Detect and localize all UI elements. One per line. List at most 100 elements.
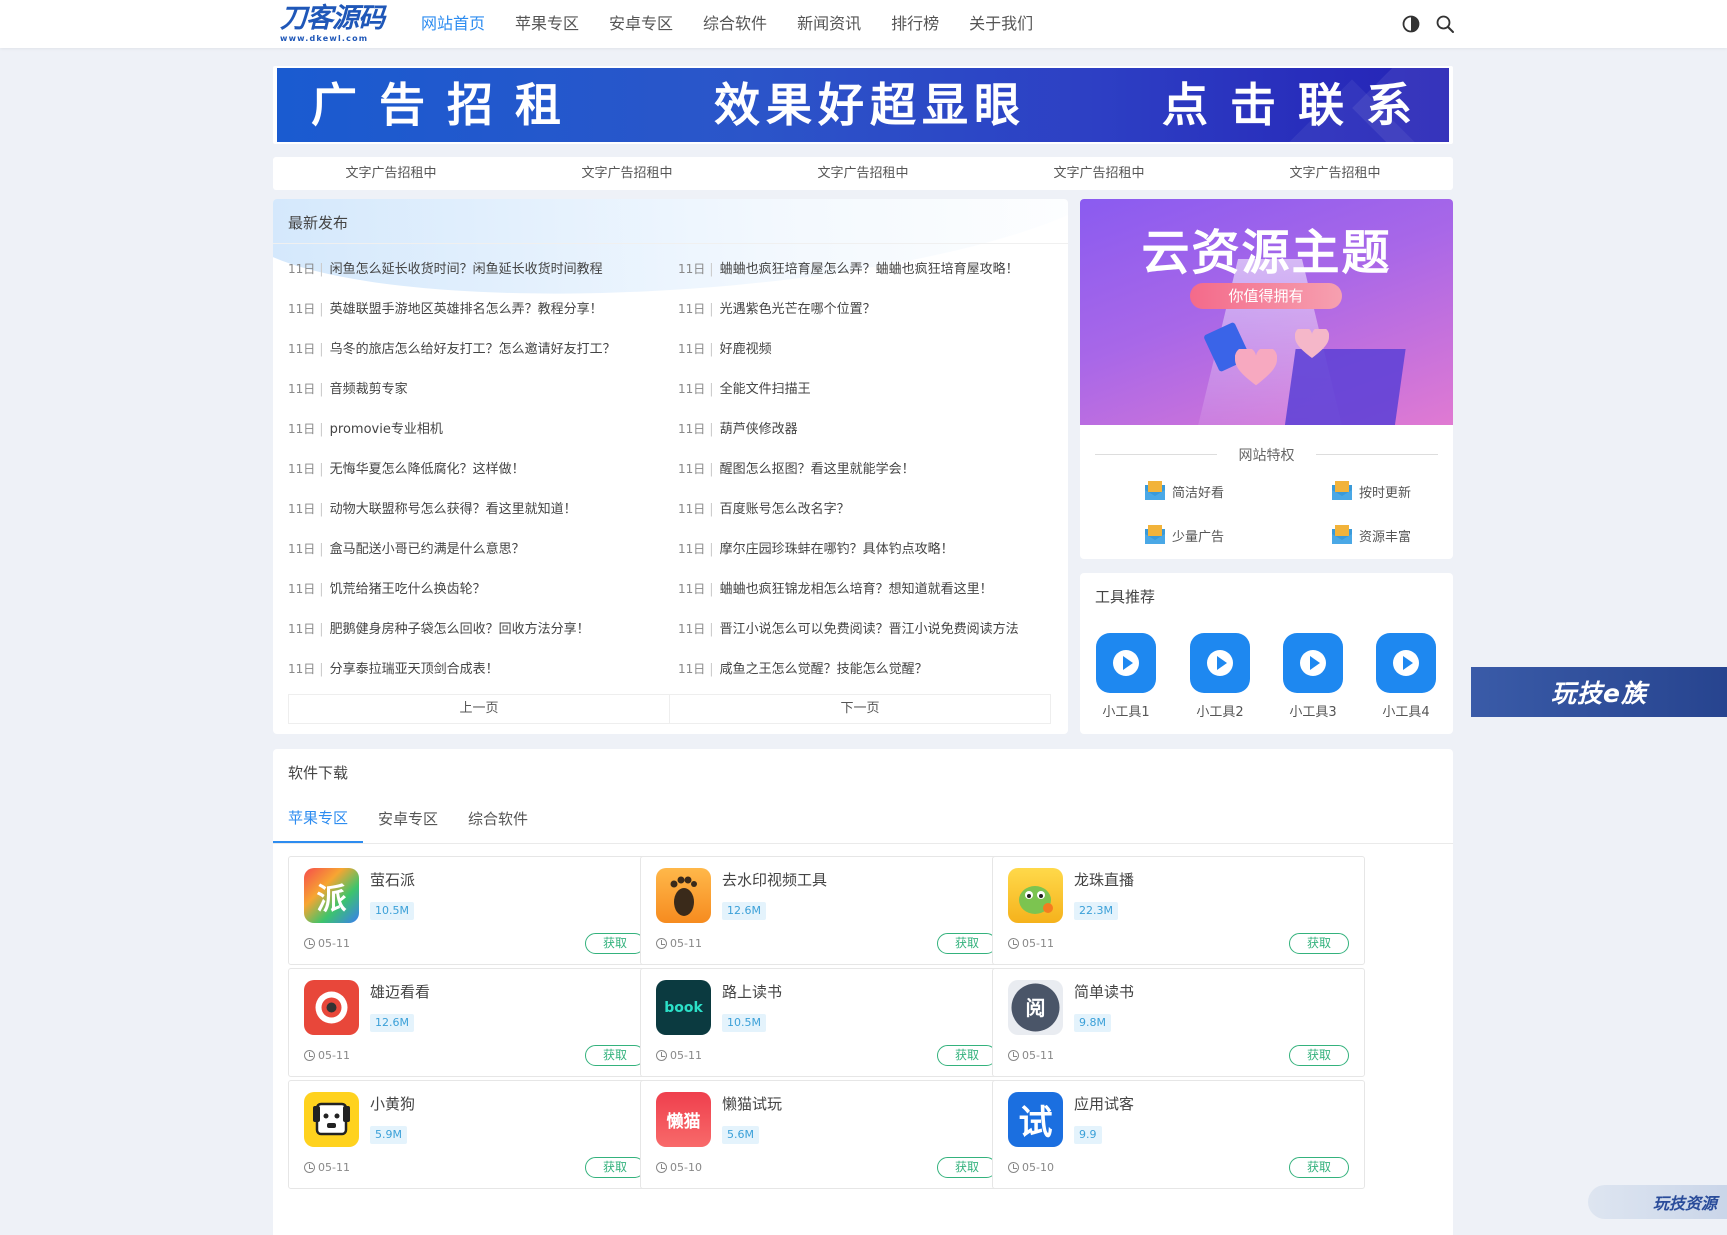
news-item[interactable]: 11日 | 光遇紫色光芒在哪个位置？ [678,289,1048,329]
tool-4[interactable]: 小工具4 [1376,633,1436,720]
news-item[interactable]: 11日 | 百度账号怎么改名字？ [678,489,1048,529]
text-ad-4[interactable]: 文字广告招租中 [981,157,1217,190]
tool-1[interactable]: 小工具1 [1096,633,1156,720]
text-ad-5[interactable]: 文字广告招租中 [1217,157,1453,190]
news-item[interactable]: 11日 | 闲鱼怎么延长收货时间？闲鱼延长收货时间教程 [288,249,658,289]
news-item[interactable]: 11日 | 好鹿视频 [678,329,1048,369]
side-float-ad[interactable]: 玩技e族 [1471,667,1727,717]
news-title: 晋江小说怎么可以免费阅读？晋江小说免费阅读方法 [719,622,1019,637]
text-ad-1[interactable]: 文字广告招租中 [273,157,509,190]
yellow-dog-icon[interactable] [304,1092,359,1147]
get-button[interactable]: 获取 [585,1157,645,1178]
app-card[interactable]: 雄迈看看 12.6M 05-11 获取 [288,968,661,1077]
app-card[interactable]: book 路上读书 10.5M 05-11 获取 [640,968,1013,1077]
svg-text:阅: 阅 [1026,996,1046,1020]
news-date: 11日 [678,462,706,476]
app-name[interactable]: 小黄狗 [370,1093,415,1114]
news-item[interactable]: 11日 | promovie专业相机 [288,409,658,449]
get-button[interactable]: 获取 [1289,1045,1349,1066]
get-button[interactable]: 获取 [937,1157,997,1178]
side-float-text: 玩技e族 [1551,679,1647,708]
footprint-icon[interactable] [656,868,711,923]
app-card[interactable]: 龙珠直播 22.3M 05-11 获取 [992,856,1365,965]
tool-3[interactable]: 小工具3 [1283,633,1343,720]
nav-android[interactable]: 安卓专区 [594,0,688,48]
play-icon [1096,633,1156,693]
app-name[interactable]: 懒猫试玩 [722,1093,782,1114]
news-item[interactable]: 11日 | 蛐蛐也疯狂培育屋怎么弄？蛐蛐也疯狂培育屋攻略！ [678,249,1048,289]
get-button[interactable]: 获取 [937,1045,997,1066]
news-item[interactable]: 11日 | 蛐蛐也疯狂锦龙相怎么培育？想知道就看这里！ [678,569,1048,609]
app-card[interactable]: 试应用试客 9.9 05-10 获取 [992,1080,1365,1189]
trial-icon[interactable]: 试 [1008,1092,1063,1147]
nav-home[interactable]: 网站首页 [406,0,500,48]
promo-image[interactable]: 云资源主题 你值得拥有 [1080,199,1453,425]
news-item[interactable]: 11日 | 音频裁剪专家 [288,369,658,409]
downloads-panel: 软件下载 苹果专区 安卓专区 综合软件 派萤石派 10.5M 05-11 获取 去水印视… [273,749,1453,1235]
nav-ranking[interactable]: 排行榜 [876,0,954,48]
news-title: promovie专业相机 [329,422,443,437]
clock-icon [1008,1162,1019,1173]
nav-software[interactable]: 综合软件 [688,0,782,48]
app-name[interactable]: 路上读书 [722,981,782,1002]
book-headphone-icon[interactable]: book [656,980,711,1035]
text-ad-2[interactable]: 文字广告招租中 [509,157,745,190]
app-name[interactable]: 应用试客 [1074,1093,1134,1114]
nav-news[interactable]: 新闻资讯 [782,0,876,48]
news-item[interactable]: 11日 | 全能文件扫描王 [678,369,1048,409]
news-item[interactable]: 11日 | 醒图怎么抠图？看这里就能学会！ [678,449,1048,489]
news-item[interactable]: 11日 | 乌冬的旅店怎么给好友打工？怎么邀请好友打工？ [288,329,658,369]
corner-logo[interactable]: 玩技资源 [1588,1185,1727,1219]
app-name[interactable]: 龙珠直播 [1074,869,1134,890]
tool-label: 小工具3 [1289,705,1337,720]
app-name[interactable]: 雄迈看看 [370,981,430,1002]
tab-software[interactable]: 综合软件 [453,794,543,843]
tab-apple[interactable]: 苹果专区 [273,794,364,843]
app-card[interactable]: 去水印视频工具 12.6M 05-11 获取 [640,856,1013,965]
news-item[interactable]: 11日 | 无悔华夏怎么降低腐化？这样做！ [288,449,658,489]
site-logo[interactable]: 刀客源码 www.dkewl.com [280,4,385,44]
news-date: 11日 [288,422,316,436]
theme-toggle-icon[interactable] [1400,13,1422,35]
news-item[interactable]: 11日 | 摩尔庄园珍珠蚌在哪钓？具体钓点攻略！ [678,529,1048,569]
news-item[interactable]: 11日 | 英雄联盟手游地区英雄排名怎么弄？教程分享！ [288,289,658,329]
next-page-button[interactable]: 下一页 [669,695,1050,723]
news-item[interactable]: 11日 | 葫芦侠修改器 [678,409,1048,449]
pai-icon[interactable]: 派 [304,868,359,923]
get-button[interactable]: 获取 [585,933,645,954]
tool-2[interactable]: 小工具2 [1190,633,1250,720]
nav-apple[interactable]: 苹果专区 [500,0,594,48]
read-icon[interactable]: 阅 [1008,980,1063,1035]
app-name[interactable]: 简单读书 [1074,981,1134,1002]
app-card[interactable]: 小黄狗 5.9M 05-11 获取 [288,1080,661,1189]
news-item[interactable]: 11日 | 饥荒给猪王吃什么换齿轮？ [288,569,658,609]
app-card[interactable]: 懒猫 懒猫试玩 5.6M 05-10 获取 [640,1080,1013,1189]
news-item[interactable]: 11日 | 晋江小说怎么可以免费阅读？晋江小说免费阅读方法 [678,609,1048,649]
tab-android[interactable]: 安卓专区 [363,794,453,843]
get-button[interactable]: 获取 [1289,1157,1349,1178]
camera-eye-icon[interactable] [304,980,359,1035]
prev-page-button[interactable]: 上一页 [289,695,669,723]
news-item[interactable]: 11日 | 动物大联盟称号怎么获得？看这里就知道！ [288,489,658,529]
lazy-cat-icon[interactable]: 懒猫 [656,1092,711,1147]
get-button[interactable]: 获取 [585,1045,645,1066]
nav-about[interactable]: 关于我们 [954,0,1048,48]
app-name[interactable]: 去水印视频工具 [722,869,827,890]
news-item[interactable]: 11日 | 盒马配送小哥已约满是什么意思？ [288,529,658,569]
ad-banner[interactable]: 广告招租 效果好超显眼 点击联系 [273,66,1453,144]
latest-panel: 最新发布 11日 | 闲鱼怎么延长收货时间？闲鱼延长收货时间教程 11日 | 英雄联盟手游… [273,199,1068,734]
get-button[interactable]: 获取 [1289,933,1349,954]
clock-icon [656,938,667,949]
search-icon[interactable] [1434,13,1456,35]
app-date: 05-11 [304,1161,350,1174]
app-card[interactable]: 派 萤石派 10.5M 05-11 获取 [288,856,661,965]
news-item[interactable]: 11日 | 咸鱼之王怎么觉醒？技能怎么觉醒？ [678,649,1048,689]
app-name[interactable]: 萤石派 [370,869,415,890]
dragon-icon[interactable] [1008,868,1063,923]
news-item[interactable]: 11日 | 分享泰拉瑞亚天顶剑合成表！ [288,649,658,689]
news-title: 醒图怎么抠图？看这里就能学会！ [719,462,915,477]
app-card[interactable]: 阅 简单读书 9.8M 05-11 获取 [992,968,1365,1077]
news-item[interactable]: 11日 | 肥鹅健身房种子袋怎么回收？回收方法分享！ [288,609,658,649]
text-ad-3[interactable]: 文字广告招租中 [745,157,981,190]
get-button[interactable]: 获取 [937,933,997,954]
